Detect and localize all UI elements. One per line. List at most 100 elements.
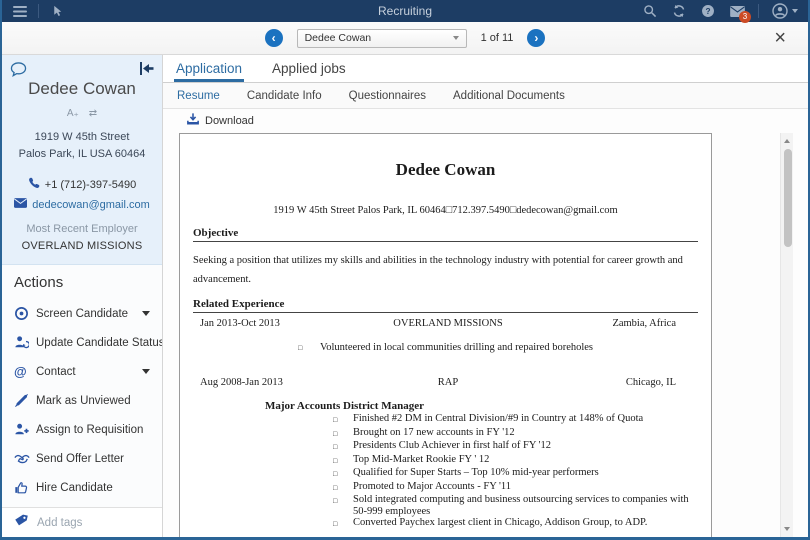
collapse-panel-icon[interactable] (139, 62, 154, 80)
action-send-offer-letter[interactable]: Send Offer Letter (14, 444, 150, 473)
thumbs-up-icon (14, 481, 36, 495)
candidate-phone: +1 (712)-397-5490 (45, 179, 136, 191)
tag-icon (14, 513, 28, 532)
svg-text:?: ? (705, 6, 710, 16)
resume-bullet: Qualified for Super Starts – Top 10% mid… (193, 467, 698, 481)
send-offer-icon (14, 452, 36, 465)
subtab-candidate-info[interactable]: Candidate Info (247, 90, 322, 102)
action-label: Contact (36, 366, 76, 378)
resume-role-title: Major Accounts District Manager (193, 400, 698, 412)
resume-page: Dedee Cowan 1919 W 45th Street Palos Par… (179, 133, 712, 537)
assign-requisition-icon (14, 422, 36, 437)
candidate-address: 1919 W 45th Street Palos Park, IL USA 60… (10, 129, 154, 163)
action-label: Mark as Unviewed (36, 395, 131, 407)
actions-title: Actions (14, 274, 150, 291)
candidate-sidebar: Dedee Cowan A₊ ⇄ 1919 W 45th Street Palo… (2, 55, 163, 537)
envelope-icon (14, 198, 27, 211)
divider (38, 4, 39, 18)
search-icon[interactable] (642, 3, 658, 19)
scrollbar-thumb[interactable] (784, 149, 792, 247)
hamburger-menu-icon[interactable] (12, 3, 28, 19)
candidate-counter: 1 of 11 (481, 32, 514, 44)
resume-job-row: Aug 2008-Jan 2013 RAP Chicago, IL (193, 377, 698, 388)
chevron-down-icon (142, 311, 150, 316)
help-icon[interactable]: ? (700, 3, 716, 19)
resume-bullet: Top Mid-Market Rookie FY ' 12 (193, 454, 698, 468)
chevron-down-icon (453, 36, 459, 40)
candidate-card: Dedee Cowan A₊ ⇄ 1919 W 45th Street Palo… (2, 55, 162, 265)
vertical-scrollbar[interactable] (780, 133, 793, 537)
action-label: Hire Candidate (36, 482, 113, 494)
resume-contact-line: 1919 W 45th Street Palos Park, IL 60464□… (193, 205, 698, 216)
resume-bullet: Brought on 17 new accounts in FY '12 (193, 427, 698, 441)
profile-menu[interactable] (772, 3, 798, 19)
chat-bubble-icon[interactable] (10, 62, 27, 82)
resume-bullet: Converted Paychex largest client in Chic… (193, 517, 698, 531)
actions-panel: Actions Screen Candidate Update Candidat… (2, 265, 162, 507)
action-contact[interactable]: @ Contact (14, 357, 150, 386)
subtab-resume[interactable]: Resume (177, 90, 220, 102)
candidate-email-link[interactable]: dedecowan@gmail.com (32, 199, 150, 211)
refresh-icon[interactable] (671, 3, 687, 19)
employer-label: Most Recent Employer (10, 223, 154, 235)
download-icon (187, 112, 199, 130)
action-label: Update Candidate Status (36, 337, 162, 349)
candidate-select-value: Dedee Cowan (305, 32, 372, 44)
action-update-candidate-status[interactable]: Update Candidate Status (14, 328, 150, 357)
resume-bullet-list: Finished #2 DM in Central Division/#9 in… (193, 413, 698, 531)
mark-unviewed-icon (14, 393, 36, 408)
resume-experience-heading: Related Experience (193, 298, 698, 313)
resume-objective-heading: Objective (193, 227, 698, 242)
update-status-icon (14, 335, 36, 350)
auto-assign-icon[interactable]: A₊ (67, 108, 79, 119)
divider (758, 4, 759, 18)
action-mark-as-unviewed[interactable]: Mark as Unviewed (14, 386, 150, 415)
resume-job-row: Jan 2013-Oct 2013 OVERLAND MISSIONS Zamb… (193, 318, 698, 329)
tab-bar: Application Applied jobs (163, 55, 808, 83)
add-tags-field[interactable]: Add tags (2, 507, 162, 537)
candidate-name: Dedee Cowan (10, 79, 154, 99)
pointer-icon[interactable] (49, 3, 65, 19)
download-button[interactable]: Download (163, 109, 808, 133)
duplicate-check-icon[interactable]: ⇄ (89, 108, 97, 119)
prev-candidate-button[interactable]: ‹ (265, 29, 283, 47)
candidate-nav-bar: ‹ Dedee Cowan 1 of 11 › × (2, 22, 808, 55)
action-label: Assign to Requisition (36, 424, 143, 436)
add-tags-placeholder: Add tags (37, 517, 82, 529)
screen-candidate-icon (14, 306, 36, 321)
subtab-additional-documents[interactable]: Additional Documents (453, 90, 565, 102)
main-content: Application Applied jobs Resume Candidat… (163, 55, 808, 537)
tab-applied-jobs[interactable]: Applied jobs (272, 55, 346, 82)
contact-at-icon: @ (14, 364, 36, 379)
download-label: Download (205, 115, 254, 127)
tab-application[interactable]: Application (176, 55, 242, 82)
resume-bullet: Volunteered in local communities drillin… (193, 342, 698, 353)
subtab-questionnaires[interactable]: Questionnaires (349, 90, 426, 102)
resume-pane: Download Dedee Cowan 1919 W 45th Street … (163, 109, 808, 537)
resume-bullet: Finished #2 DM in Central Division/#9 in… (193, 413, 698, 427)
candidate-select[interactable]: Dedee Cowan (297, 29, 467, 48)
close-icon[interactable]: × (774, 26, 786, 50)
subtab-bar: Resume Candidate Info Questionnaires Add… (163, 83, 808, 109)
document-viewer: Dedee Cowan 1919 W 45th Street Palos Par… (163, 133, 794, 537)
scroll-down-icon[interactable] (781, 523, 793, 535)
action-hire-candidate[interactable]: Hire Candidate (14, 473, 150, 502)
phone-icon (28, 177, 40, 192)
action-screen-candidate[interactable]: Screen Candidate (14, 299, 150, 328)
mail-badge: 3 (739, 11, 751, 23)
employer-value: OVERLAND MISSIONS (10, 240, 154, 252)
chevron-down-icon (142, 369, 150, 374)
mail-icon[interactable]: 3 (729, 3, 745, 19)
app-window: Recruiting ? 3 ‹ (0, 0, 810, 540)
top-bar: Recruiting ? 3 (2, 0, 808, 22)
chevron-down-icon (792, 9, 798, 13)
resume-bullet: Presidents Club Achiever in first half o… (193, 440, 698, 454)
action-assign-to-requisition[interactable]: Assign to Requisition (14, 415, 150, 444)
action-label: Send Offer Letter (36, 453, 124, 465)
resume-objective-text: Seeking a position that utilizes my skil… (193, 251, 698, 289)
scroll-up-icon[interactable] (781, 135, 793, 147)
action-label: Screen Candidate (36, 308, 128, 320)
resume-bullet: Sold integrated computing and business o… (193, 494, 698, 517)
next-candidate-button[interactable]: › (527, 29, 545, 47)
resume-bullet: Promoted to Major Accounts - FY '11 (193, 481, 698, 495)
